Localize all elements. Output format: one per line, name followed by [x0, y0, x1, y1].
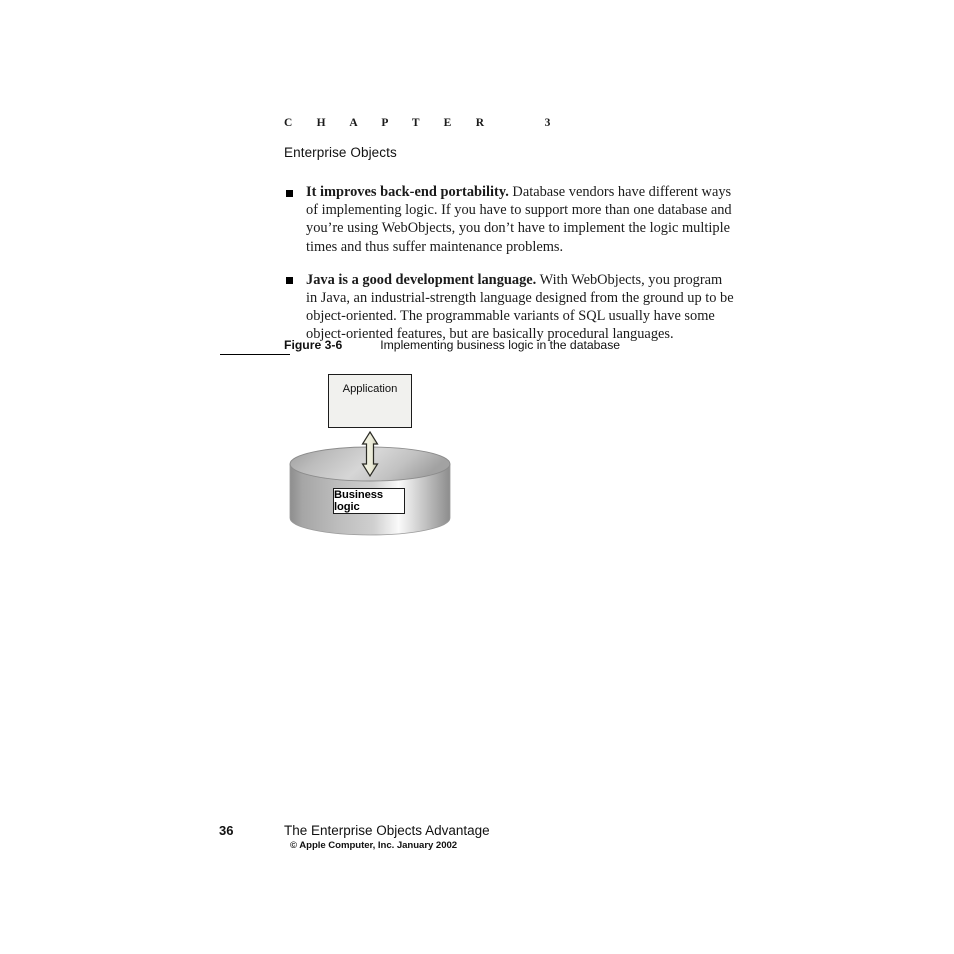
bullet-lead-text: It improves back-end portability.	[306, 184, 509, 200]
business-logic-box: Business logic	[333, 488, 405, 514]
application-box: Application	[328, 374, 412, 428]
figure-caption: Figure 3-6 Implementing business logic in…	[284, 338, 620, 352]
chapter-title: Enterprise Objects	[284, 145, 397, 160]
chapter-label: C H A P T E R 3	[284, 117, 557, 129]
application-box-label: Application	[342, 383, 398, 395]
footer-copyright: © Apple Computer, Inc. January 2002	[290, 840, 458, 851]
footer-title: The Enterprise Objects Advantage	[284, 823, 490, 838]
figure-label: Figure 3-6	[284, 338, 343, 352]
page-number: 36	[219, 823, 234, 838]
figure-diagram: Application Business logic	[280, 366, 480, 541]
bullet-list: It improves back-end portability. Databa…	[284, 183, 734, 359]
business-logic-box-label: Business logic	[334, 489, 383, 513]
document-page: C H A P T E R 3 Enterprise Objects It im…	[0, 0, 954, 954]
square-bullet-icon	[286, 189, 293, 197]
figure-description: Implementing business logic in the datab…	[380, 338, 621, 352]
bullet-lead-text: Java is a good development language.	[306, 271, 537, 288]
figure-caption-rule	[220, 354, 290, 356]
list-item: Java is a good development language. Wit…	[284, 271, 734, 344]
square-bullet-icon	[286, 277, 293, 285]
list-item: It improves back-end portability. Databa…	[284, 183, 734, 256]
